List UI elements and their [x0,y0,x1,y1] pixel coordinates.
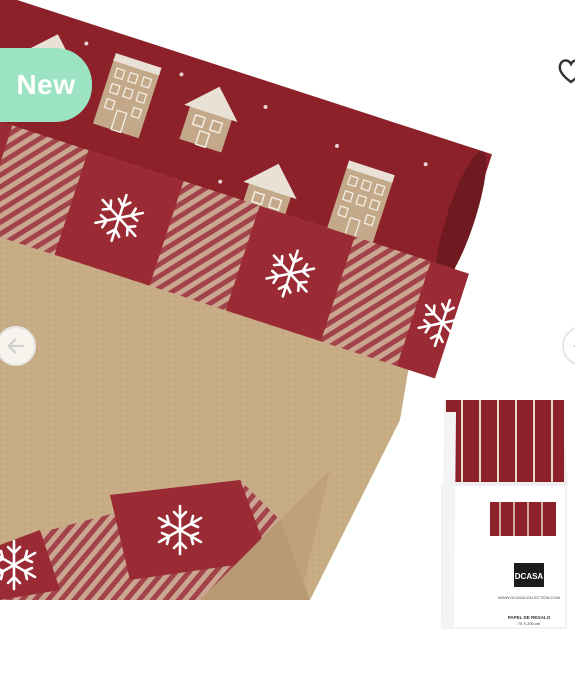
box-line1: PAPEL DE REGALO [508,615,551,620]
product-image-gallery[interactable]: DCASA WWW.DCASACOLLECTION.COM PAPEL DE R… [0,0,575,674]
heart-icon[interactable] [556,56,575,86]
box-url: WWW.DCASACOLLECTION.COM [498,595,560,600]
arrow-right-icon [573,344,575,348]
arrow-left-icon [7,338,25,354]
new-badge: New [0,48,92,122]
box-line2: 70 X 200 cm [518,621,541,626]
box-logo: DCASA [515,572,544,581]
